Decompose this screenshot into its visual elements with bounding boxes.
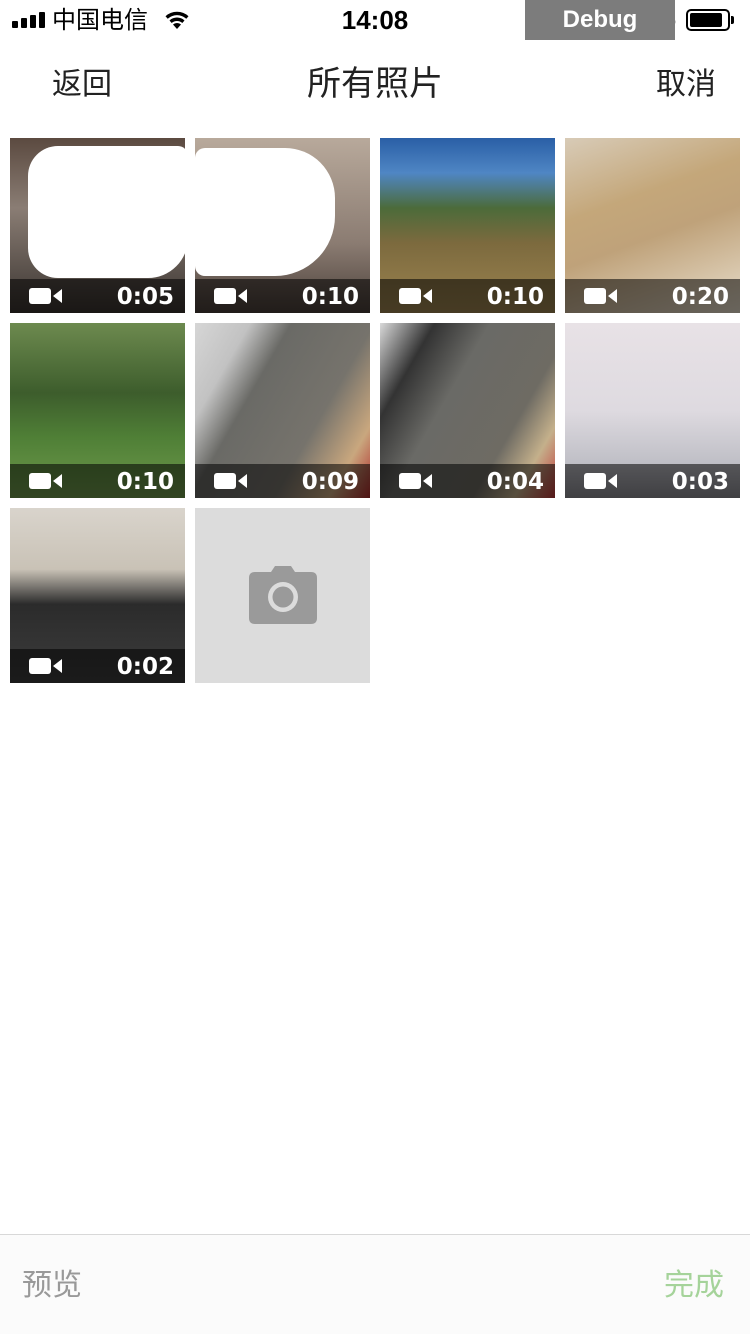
video-duration: 0:02 bbox=[116, 654, 174, 680]
page-title: 所有照片 bbox=[307, 64, 443, 104]
preview-button[interactable]: 预览 bbox=[22, 1265, 82, 1307]
video-thumbnail[interactable]: 0:10 bbox=[380, 138, 555, 313]
video-camera-icon bbox=[584, 473, 617, 489]
video-camera-icon bbox=[399, 473, 432, 489]
battery-icon bbox=[686, 9, 734, 31]
debug-badge: Debug bbox=[525, 0, 675, 40]
video-camera-icon bbox=[214, 473, 247, 489]
video-duration: 0:10 bbox=[116, 469, 174, 495]
camera-icon bbox=[249, 566, 317, 624]
video-camera-icon bbox=[584, 288, 617, 304]
video-thumbnail[interactable]: 0:03 bbox=[565, 323, 740, 498]
video-camera-icon bbox=[29, 473, 62, 489]
video-camera-icon bbox=[399, 288, 432, 304]
video-thumbnail[interactable]: 0:09 bbox=[195, 323, 370, 498]
photo-grid: 0:05 0:10 0:10 0:20 0:10 0:09 0:04 0:03 bbox=[10, 138, 740, 683]
video-thumbnail[interactable]: 0:10 bbox=[10, 323, 185, 498]
done-button[interactable]: 完成 bbox=[664, 1265, 724, 1307]
video-thumbnail[interactable]: 0:02 bbox=[10, 508, 185, 683]
video-thumbnail[interactable]: 0:20 bbox=[565, 138, 740, 313]
video-duration: 0:03 bbox=[671, 469, 729, 495]
video-duration: 0:09 bbox=[301, 469, 359, 495]
video-duration: 0:05 bbox=[116, 284, 174, 310]
video-camera-icon bbox=[29, 658, 62, 674]
status-bar: 中国电信 14:08 5 Debug bbox=[0, 0, 750, 40]
video-thumbnail[interactable]: 0:04 bbox=[380, 323, 555, 498]
take-photo-button[interactable] bbox=[195, 508, 370, 683]
video-thumbnail[interactable]: 0:05 bbox=[10, 138, 185, 313]
video-duration: 0:10 bbox=[301, 284, 359, 310]
video-camera-icon bbox=[214, 288, 247, 304]
video-duration: 0:20 bbox=[671, 284, 729, 310]
video-duration: 0:10 bbox=[486, 284, 544, 310]
video-camera-icon bbox=[29, 288, 62, 304]
video-thumbnail[interactable]: 0:10 bbox=[195, 138, 370, 313]
bottom-toolbar: 预览 完成 bbox=[0, 1234, 750, 1334]
video-duration: 0:04 bbox=[486, 469, 544, 495]
nav-bar: 返回 所有照片 取消 bbox=[0, 40, 750, 128]
cancel-button[interactable]: 取消 bbox=[656, 64, 716, 106]
